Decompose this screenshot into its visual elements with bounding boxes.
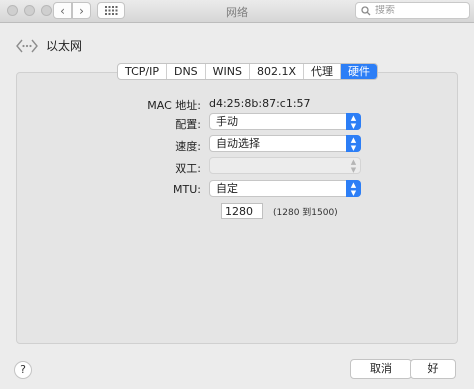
zoom-window-button[interactable] <box>41 5 52 16</box>
search-input[interactable] <box>371 5 463 16</box>
chevron-left-icon: ‹ <box>60 3 65 18</box>
tab-8021x[interactable]: 802.1X <box>250 64 305 79</box>
speed-select[interactable]: 自动选择 ▲ ▼ <box>209 135 361 152</box>
duplex-select: ▲ ▼ <box>209 157 361 174</box>
config-label: 配置: <box>175 118 201 131</box>
close-window-button[interactable] <box>7 5 18 16</box>
tab-proxy[interactable]: 代理 <box>304 64 342 79</box>
back-button[interactable]: ‹ <box>53 2 72 19</box>
breadcrumb: 以太网 <box>16 37 82 54</box>
chevron-updown-icon: ▲ ▼ <box>346 135 361 152</box>
chevron-right-icon: › <box>79 3 84 18</box>
cancel-button[interactable]: 取消 <box>350 359 412 379</box>
tab-tcpip[interactable]: TCP/IP <box>118 64 167 79</box>
mtu-label: MTU: <box>173 183 201 196</box>
tab-bar: TCP/IP DNS WINS 802.1X 代理 硬件 <box>117 63 379 80</box>
breadcrumb-label: 以太网 <box>46 39 83 53</box>
forward-button[interactable]: › <box>72 2 91 19</box>
speed-select-value: 自动选择 <box>216 137 260 150</box>
mac-address-value: d4:25:8b:87:c1:57 <box>209 97 311 110</box>
tab-dns[interactable]: DNS <box>167 64 206 79</box>
chevron-updown-icon: ▲ ▼ <box>350 157 357 174</box>
config-select[interactable]: 手动 ▲ ▼ <box>209 113 361 130</box>
config-select-value: 手动 <box>216 115 238 128</box>
mac-address-label: MAC 地址: <box>147 99 201 112</box>
tab-hardware[interactable]: 硬件 <box>341 64 378 79</box>
show-all-button[interactable] <box>97 2 125 19</box>
minimize-window-button[interactable] <box>24 5 35 16</box>
tab-wins[interactable]: WINS <box>206 64 251 79</box>
mtu-select-value: 自定 <box>216 182 238 195</box>
ok-button[interactable]: 好 <box>410 359 456 379</box>
title-bar: ‹ › 网络 <box>0 0 474 23</box>
mtu-select[interactable]: 自定 ▲ ▼ <box>209 180 361 197</box>
help-button[interactable]: ? <box>14 361 32 379</box>
duplex-label: 双工: <box>175 162 201 175</box>
mtu-range-hint: (1280 到1500) <box>273 208 338 218</box>
search-icon <box>361 5 371 15</box>
grid-icon <box>104 6 117 15</box>
speed-label: 速度: <box>175 140 201 153</box>
chevron-updown-icon: ▲ ▼ <box>346 113 361 130</box>
chevron-updown-icon: ▲ ▼ <box>346 180 361 197</box>
ethernet-icon <box>16 39 38 52</box>
search-field[interactable] <box>355 2 470 19</box>
window-controls <box>7 5 52 16</box>
mtu-value-field[interactable] <box>221 203 263 219</box>
